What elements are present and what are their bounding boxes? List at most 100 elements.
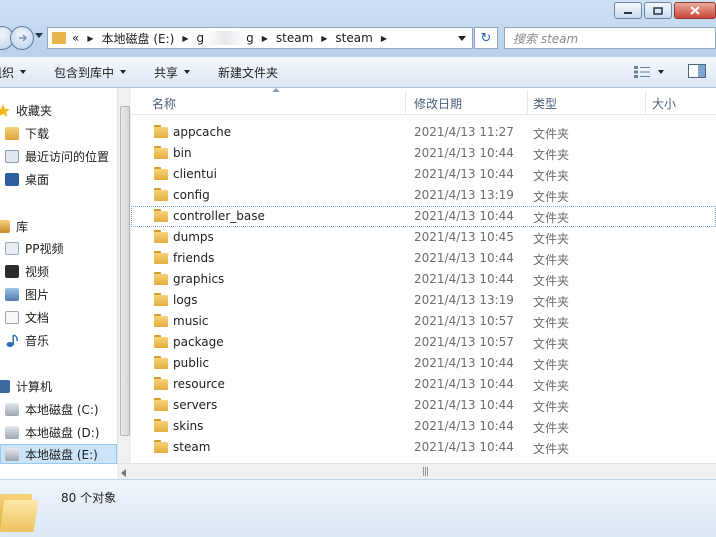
file-modified-date: 2021/4/13 10:44 [414, 251, 514, 265]
navigation-buttons [0, 25, 44, 51]
breadcrumb-drive[interactable]: 本地磁盘 (E:) [102, 30, 175, 47]
sidebar-item-recent[interactable]: 最近访问的位置 [5, 146, 109, 166]
sidebar-item-pp-video[interactable]: PP视频 [5, 238, 63, 258]
address-bar[interactable]: « ▶ 本地磁盘 (E:) ▶ g g ▶ steam ▶ steam ▶ [47, 27, 473, 49]
horizontal-scrollbar[interactable]: ||| [117, 463, 716, 479]
sidebar-item-music[interactable]: 音乐 [5, 330, 49, 350]
breadcrumb-hidden-start[interactable]: g [196, 31, 204, 45]
sidebar-item-label: 文档 [25, 310, 50, 325]
sidebar-item-documents[interactable]: 文档 [5, 307, 49, 327]
file-name[interactable]: public [173, 356, 209, 370]
preview-pane-button[interactable] [688, 63, 706, 81]
table-row[interactable]: graphics 2021/4/13 10:44 文件夹 [131, 269, 716, 290]
file-name[interactable]: steam [173, 440, 210, 454]
video-library-icon [5, 264, 19, 278]
file-name[interactable]: bin [173, 146, 192, 160]
sidebar-item-drive-d[interactable]: 本地磁盘 (D:) [5, 422, 99, 442]
address-history-dropdown[interactable] [458, 36, 466, 41]
sidebar-item-downloads[interactable]: 下载 [5, 123, 49, 143]
music-note-icon [5, 333, 19, 347]
table-row[interactable]: steam 2021/4/13 10:44 文件夹 [131, 437, 716, 458]
file-name[interactable]: skins [173, 419, 203, 433]
column-divider[interactable] [645, 90, 646, 114]
file-name[interactable]: graphics [173, 272, 224, 286]
change-view-button[interactable] [634, 66, 664, 78]
file-type: 文件夹 [533, 400, 570, 414]
file-name[interactable]: resource [173, 377, 225, 391]
folder-icon [154, 419, 168, 432]
new-folder-button[interactable]: 新建文件夹 [204, 64, 292, 81]
table-row[interactable]: servers 2021/4/13 10:44 文件夹 [131, 395, 716, 416]
search-input[interactable]: 搜索 steam [504, 27, 716, 49]
recent-pages-dropdown[interactable] [35, 33, 43, 38]
breadcrumb-steam-1[interactable]: steam [276, 31, 313, 45]
table-row[interactable]: music 2021/4/13 10:57 文件夹 [131, 311, 716, 332]
sidebar-item-drive-c[interactable]: 本地磁盘 (C:) [5, 399, 99, 419]
sidebar-scrollbar-thumb[interactable] [120, 106, 130, 436]
table-row[interactable]: logs 2021/4/13 13:19 文件夹 [131, 290, 716, 311]
forward-button[interactable] [10, 26, 34, 50]
table-row[interactable]: resource 2021/4/13 10:44 文件夹 [131, 374, 716, 395]
chevron-right-icon[interactable]: ▶ [381, 34, 387, 43]
table-row[interactable]: package 2021/4/13 10:57 文件夹 [131, 332, 716, 353]
table-row[interactable]: bin 2021/4/13 10:44 文件夹 [131, 143, 716, 164]
table-row[interactable]: appcache 2021/4/13 11:27 文件夹 [131, 122, 716, 143]
file-name[interactable]: dumps [173, 230, 214, 244]
share-menu[interactable]: 共享 [140, 64, 204, 81]
breadcrumb-hidden-end[interactable]: g [246, 31, 254, 45]
file-modified-date: 2021/4/13 13:19 [414, 188, 514, 202]
sidebar-item-drive-e[interactable]: 本地磁盘 (E:) [0, 444, 117, 464]
table-row[interactable]: controller_base 2021/4/13 10:44 文件夹 [131, 206, 716, 227]
file-name[interactable]: music [173, 314, 208, 328]
scrollbar-grip-icon[interactable]: ||| [422, 467, 429, 477]
file-name[interactable]: friends [173, 251, 214, 265]
sidebar-item-pictures[interactable]: 图片 [5, 284, 49, 304]
sidebar-item-desktop[interactable]: 桌面 [5, 169, 49, 189]
refresh-button[interactable]: ↻ [474, 27, 498, 49]
table-row[interactable]: public 2021/4/13 10:44 文件夹 [131, 353, 716, 374]
file-name[interactable]: servers [173, 398, 217, 412]
chevron-right-icon[interactable]: ▶ [182, 34, 188, 43]
file-name[interactable]: controller_base [173, 209, 265, 223]
table-row[interactable]: dumps 2021/4/13 10:45 文件夹 [131, 227, 716, 248]
chevron-right-icon[interactable]: ▶ [87, 34, 93, 43]
sidebar-item-favorites[interactable]: 收藏夹 [0, 100, 52, 120]
close-button[interactable] [674, 2, 716, 19]
chevron-right-icon[interactable]: ▶ [262, 34, 268, 43]
sidebar-item-videos[interactable]: 视频 [5, 261, 49, 281]
sidebar-item-label: 计算机 [16, 379, 53, 394]
breadcrumb-steam-2[interactable]: steam [335, 31, 372, 45]
table-row[interactable]: clientui 2021/4/13 10:44 文件夹 [131, 164, 716, 185]
details-pane: 80 个对象 [0, 479, 716, 537]
file-modified-date: 2021/4/13 10:44 [414, 209, 514, 223]
column-divider[interactable] [405, 90, 406, 114]
drive-icon [5, 447, 19, 461]
column-divider[interactable] [527, 90, 528, 114]
minimize-button[interactable] [614, 2, 642, 19]
file-modified-date: 2021/4/13 10:44 [414, 419, 514, 433]
table-row[interactable]: friends 2021/4/13 10:44 文件夹 [131, 248, 716, 269]
include-in-library-menu[interactable]: 包含到库中 [40, 64, 140, 81]
column-size[interactable]: 大小 [652, 95, 676, 112]
file-type: 文件夹 [533, 274, 570, 288]
column-type[interactable]: 类型 [533, 95, 557, 112]
breadcrumb-overflow[interactable]: « [72, 31, 79, 45]
sidebar-item-libraries[interactable]: 库 [0, 216, 28, 236]
maximize-button[interactable] [644, 2, 672, 19]
file-name[interactable]: clientui [173, 167, 217, 181]
scroll-left-icon[interactable] [121, 469, 126, 477]
sidebar-item-computer[interactable]: 计算机 [0, 376, 52, 396]
folder-icon [154, 398, 168, 411]
table-row[interactable]: config 2021/4/13 13:19 文件夹 [131, 185, 716, 206]
file-modified-date: 2021/4/13 10:44 [414, 398, 514, 412]
file-name[interactable]: config [173, 188, 210, 202]
sidebar-scrollbar[interactable] [117, 88, 131, 479]
organize-menu[interactable]: 组织 [0, 64, 40, 81]
file-name[interactable]: logs [173, 293, 198, 307]
column-name[interactable]: 名称 [152, 95, 176, 112]
file-name[interactable]: package [173, 335, 224, 349]
table-row[interactable]: skins 2021/4/13 10:44 文件夹 [131, 416, 716, 437]
chevron-right-icon[interactable]: ▶ [321, 34, 327, 43]
file-name[interactable]: appcache [173, 125, 231, 139]
column-modified[interactable]: 修改日期 [414, 95, 462, 112]
